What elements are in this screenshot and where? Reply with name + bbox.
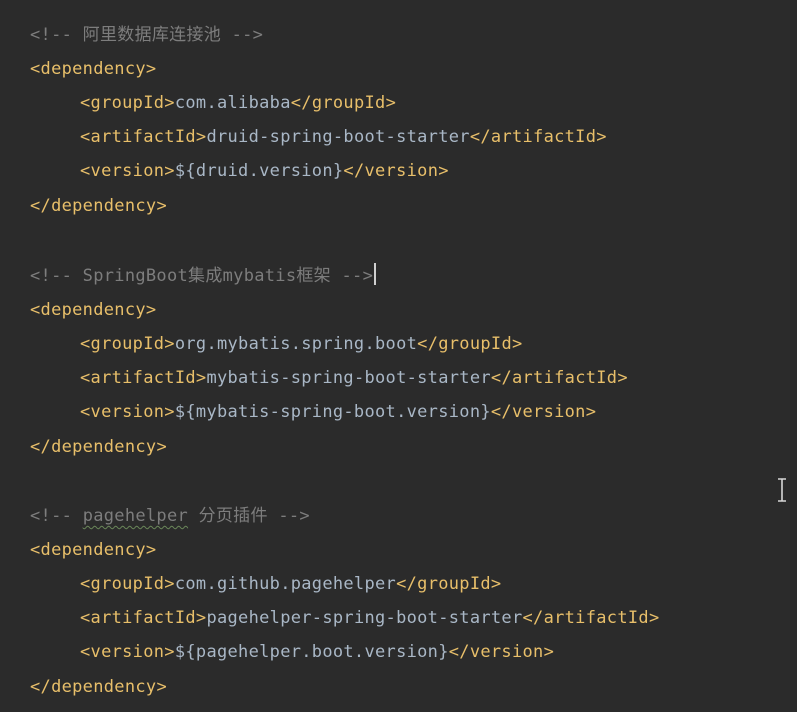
dependency-open-line[interactable]: <dependency> bbox=[30, 55, 156, 83]
tag-value: com.alibaba bbox=[174, 93, 291, 113]
tag-name: artifactId bbox=[543, 608, 649, 628]
tag-name: artifactId bbox=[511, 368, 618, 388]
artifactid-line[interactable]: <artifactId>pagehelper-spring-boot-start… bbox=[80, 604, 659, 632]
tag-name: artifactId bbox=[90, 368, 196, 388]
tag-name: groupId bbox=[90, 93, 165, 113]
tag-name: version bbox=[511, 402, 586, 422]
tag-name: dependency bbox=[40, 59, 146, 79]
dependency-open-line[interactable]: <dependency> bbox=[30, 296, 156, 324]
tag-name: artifactId bbox=[490, 127, 597, 147]
comment-text: <!-- 阿里数据库连接池 --> bbox=[30, 25, 264, 45]
dependency-close-line[interactable]: </dependency> bbox=[30, 192, 167, 220]
tag-name: dependency bbox=[40, 300, 146, 320]
dependency-close-line[interactable]: </dependency> bbox=[30, 433, 167, 461]
tag-value: mybatis-spring-boot-starter bbox=[206, 368, 491, 388]
tag-name: version bbox=[90, 402, 165, 422]
tag-value: org.mybatis.spring.boot bbox=[174, 334, 418, 354]
tag-name: dependency bbox=[40, 540, 146, 560]
artifactid-line[interactable]: <artifactId>druid-spring-boot-starter</a… bbox=[80, 123, 607, 151]
comment-line[interactable]: <!-- 阿里数据库连接池 --> bbox=[30, 21, 263, 49]
tag-value: pagehelper-spring-boot-starter bbox=[206, 608, 523, 628]
tag-value: druid-spring-boot-starter bbox=[206, 127, 470, 147]
tag-value: ${druid.version} bbox=[174, 161, 344, 181]
text-cursor-icon bbox=[778, 478, 786, 502]
tag-name: version bbox=[364, 161, 439, 181]
comment-suffix: 分页插件 --> bbox=[188, 506, 310, 526]
code-editor[interactable]: <!-- 阿里数据库连接池 --> <dependency> <groupId>… bbox=[0, 0, 797, 712]
tag-name: groupId bbox=[90, 334, 165, 354]
tag-name: groupId bbox=[90, 574, 165, 594]
comment-line[interactable]: <!-- pagehelper 分页插件 --> bbox=[30, 502, 310, 530]
tag-name: groupId bbox=[417, 574, 491, 594]
dependency-open-line[interactable]: <dependency> bbox=[30, 536, 156, 564]
version-line[interactable]: <version>${pagehelper.boot.version}</ver… bbox=[80, 638, 554, 666]
tag-name: dependency bbox=[51, 437, 157, 457]
artifactid-line[interactable]: <artifactId>mybatis-spring-boot-starter<… bbox=[80, 364, 628, 392]
tag-value: ${pagehelper.boot.version} bbox=[174, 642, 449, 662]
tag-name: dependency bbox=[51, 677, 157, 697]
dependency-close-line[interactable]: </dependency> bbox=[30, 673, 167, 701]
tag-value: ${mybatis-spring-boot.version} bbox=[174, 402, 491, 422]
tag-name: dependency bbox=[51, 196, 157, 216]
tag-name: artifactId bbox=[90, 608, 196, 628]
version-line[interactable]: <version>${mybatis-spring-boot.version}<… bbox=[80, 398, 596, 426]
tag-name: groupId bbox=[311, 93, 386, 113]
tag-name: version bbox=[469, 642, 544, 662]
spellcheck-word: pagehelper bbox=[82, 506, 189, 526]
comment-text: <!-- SpringBoot集成mybatis框架 --> bbox=[30, 266, 374, 286]
tag-value: com.github.pagehelper bbox=[174, 574, 397, 594]
comment-line[interactable]: <!-- SpringBoot集成mybatis框架 --> bbox=[30, 262, 377, 290]
text-caret bbox=[374, 263, 377, 285]
groupid-line[interactable]: <groupId>org.mybatis.spring.boot</groupI… bbox=[80, 330, 523, 358]
tag-name: groupId bbox=[438, 334, 512, 354]
tag-name: version bbox=[90, 161, 165, 181]
tag-name: version bbox=[90, 642, 165, 662]
tag-name: artifactId bbox=[90, 127, 196, 147]
comment-prefix: <!-- bbox=[30, 506, 83, 526]
groupid-line[interactable]: <groupId>com.github.pagehelper</groupId> bbox=[80, 570, 501, 598]
groupid-line[interactable]: <groupId>com.alibaba</groupId> bbox=[80, 89, 396, 117]
version-line[interactable]: <version>${druid.version}</version> bbox=[80, 157, 449, 185]
